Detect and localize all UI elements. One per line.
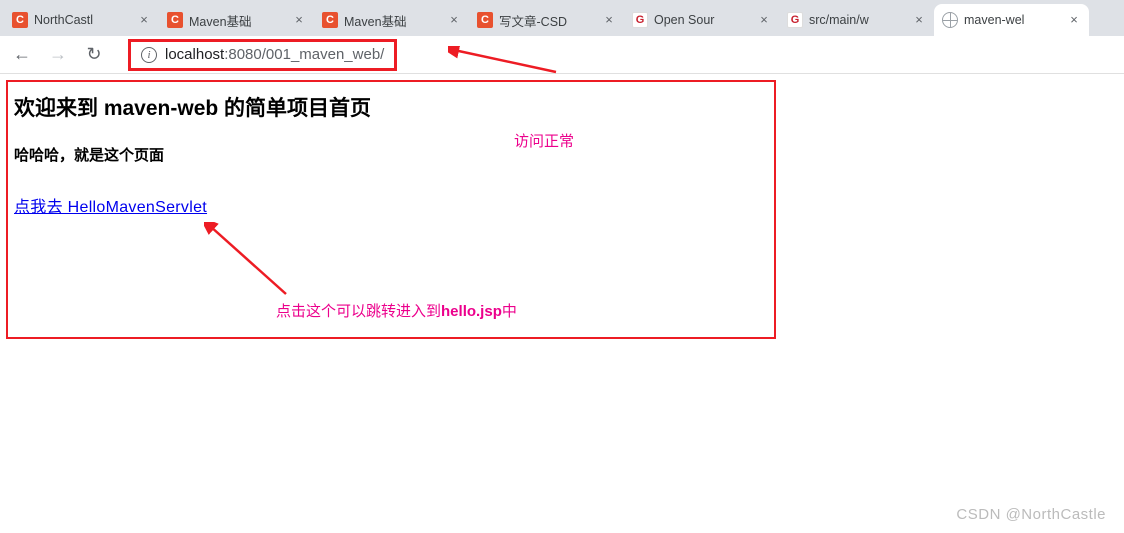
address-bar[interactable]: i localhost:8080/001_maven_web/ <box>128 39 397 71</box>
tab-title: Maven基础 <box>189 11 286 30</box>
annotation-click-hint-post: 中 <box>502 303 517 320</box>
annotation-access-ok: 访问正常 <box>514 130 574 151</box>
tab-3[interactable]: C 写文章-CSD × <box>469 4 624 36</box>
tab-2[interactable]: C Maven基础 × <box>314 4 469 36</box>
close-icon[interactable]: × <box>1067 13 1081 27</box>
tab-title: Open Sour <box>654 13 751 27</box>
favicon-icon: C <box>12 12 28 28</box>
favicon-icon: C <box>322 12 338 28</box>
arrow-left-icon: ← <box>13 44 31 65</box>
page-heading: 欢迎来到 maven-web 的简单项目首页 <box>14 92 768 122</box>
servlet-link[interactable]: 点我去 HelloMavenServlet <box>14 199 207 216</box>
page-content: 欢迎来到 maven-web 的简单项目首页 哈哈哈，就是这个页面 点我去 He… <box>0 74 1124 345</box>
arrow-right-icon: → <box>49 44 67 65</box>
tab-title: 写文章-CSD <box>499 11 596 30</box>
close-icon[interactable]: × <box>757 13 771 27</box>
annotation-click-hint: 点击这个可以跳转进入到hello.jsp中 <box>276 300 517 321</box>
watermark: CSDN @NorthCastle <box>956 506 1106 523</box>
reload-icon: ↻ <box>86 44 101 65</box>
tab-title: Maven基础 <box>344 11 441 30</box>
url-text: localhost:8080/001_maven_web/ <box>165 46 384 63</box>
favicon-icon: C <box>477 12 493 28</box>
reload-button[interactable]: ↻ <box>80 41 108 69</box>
favicon-icon <box>942 12 958 28</box>
favicon-icon: G <box>787 12 803 28</box>
annotation-click-hint-pre: 点击这个可以跳转进入到 <box>276 303 441 320</box>
tab-4[interactable]: G Open Sour × <box>624 4 779 36</box>
tab-6[interactable]: maven-wel × <box>934 4 1089 36</box>
tab-title: maven-wel <box>964 13 1061 27</box>
tab-title: src/main/w <box>809 13 906 27</box>
toolbar: ← → ↻ i localhost:8080/001_maven_web/ <box>0 36 1124 74</box>
page-subheading: 哈哈哈，就是这个页面 <box>14 144 768 165</box>
tab-5[interactable]: Gsrc/main/w × <box>779 4 934 36</box>
site-info-icon[interactable]: i <box>141 47 157 63</box>
tab-1[interactable]: C Maven基础 × <box>159 4 314 36</box>
close-icon[interactable]: × <box>912 13 926 27</box>
url-port: :8080 <box>224 46 262 63</box>
content-highlight-box: 欢迎来到 maven-web 的简单项目首页 哈哈哈，就是这个页面 点我去 He… <box>6 80 776 339</box>
back-button[interactable]: ← <box>8 41 36 69</box>
close-icon[interactable]: × <box>292 13 306 27</box>
annotation-click-hint-bold: hello.jsp <box>441 303 502 320</box>
close-icon[interactable]: × <box>447 13 461 27</box>
tab-0[interactable]: C NorthCastl × <box>4 4 159 36</box>
address-bar-wrap: i localhost:8080/001_maven_web/ <box>116 40 1116 70</box>
favicon-icon: G <box>632 12 648 28</box>
favicon-icon: C <box>167 12 183 28</box>
forward-button[interactable]: → <box>44 41 72 69</box>
close-icon[interactable]: × <box>602 13 616 27</box>
url-host: localhost <box>165 46 224 63</box>
tab-strip: CNorthCastl×CMaven基础×CMaven基础×C写文章-CSD×G… <box>0 0 1124 36</box>
browser-chrome: CNorthCastl×CMaven基础×CMaven基础×C写文章-CSD×G… <box>0 0 1124 74</box>
tab-title: NorthCastl <box>34 13 131 27</box>
arrow-to-link-icon <box>204 222 294 300</box>
close-icon[interactable]: × <box>137 13 151 27</box>
url-path: /001_maven_web/ <box>262 46 385 63</box>
